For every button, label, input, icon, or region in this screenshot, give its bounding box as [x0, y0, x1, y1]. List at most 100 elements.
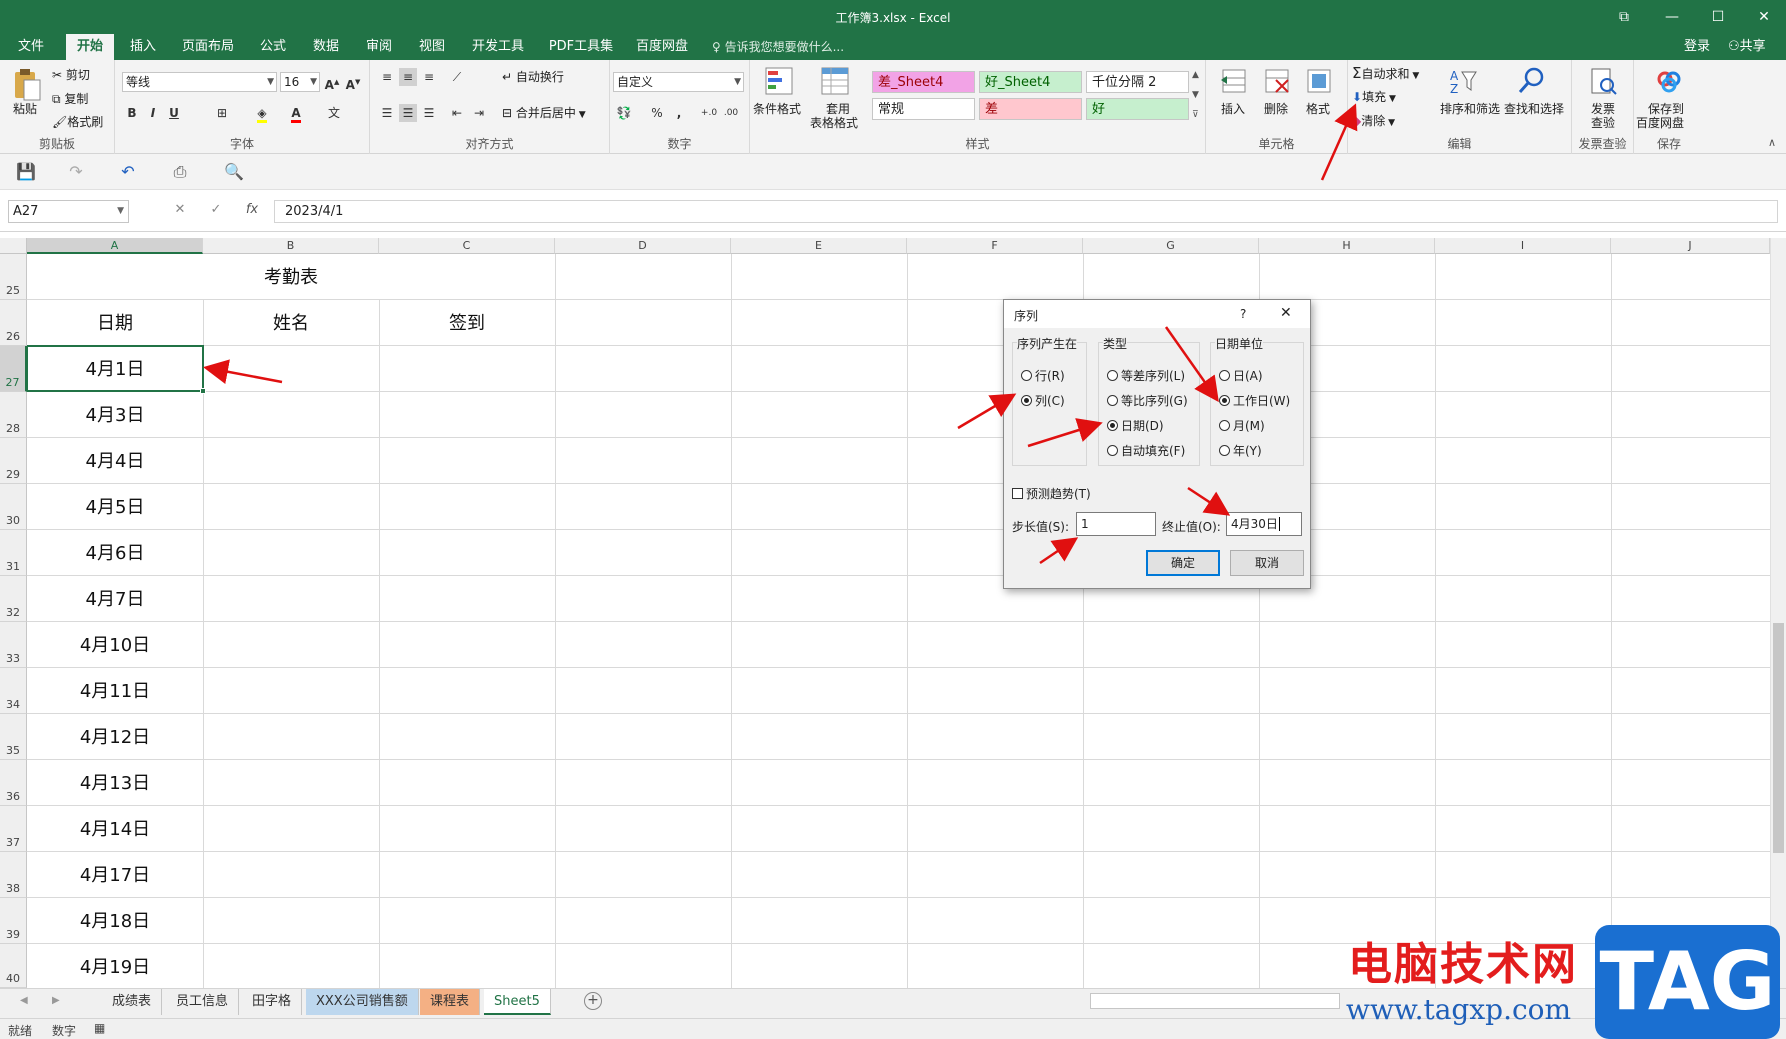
help-button[interactable]: ?: [1240, 307, 1246, 321]
number-format-select[interactable]: 自定义 ▼: [613, 72, 744, 92]
add-sheet-icon[interactable]: +: [584, 992, 602, 1010]
percent-button[interactable]: %: [648, 104, 666, 122]
row-header-25[interactable]: 25: [0, 254, 27, 300]
tab-view[interactable]: 视图: [411, 34, 453, 60]
tab-insert[interactable]: 插入: [122, 34, 164, 60]
tab-home[interactable]: 开始: [66, 34, 114, 60]
align-center-icon[interactable]: ☰: [399, 104, 417, 122]
login-link[interactable]: 登录: [1684, 34, 1710, 60]
date-cell[interactable]: 4月5日: [27, 493, 203, 519]
insert-cells-icon[interactable]: [1219, 66, 1249, 96]
prev-sheet-icon[interactable]: ◀: [20, 995, 28, 1006]
ok-button[interactable]: 确定: [1146, 550, 1220, 576]
row-header-35[interactable]: 35: [0, 714, 27, 760]
row-header-29[interactable]: 29: [0, 438, 27, 484]
column-header-b[interactable]: B: [203, 238, 379, 254]
styles-scroll-up-icon[interactable]: ▲: [1192, 70, 1199, 80]
header-signin[interactable]: 签到: [379, 309, 555, 335]
baidu-cloud-icon[interactable]: [1654, 66, 1684, 96]
radio-day[interactable]: 日(A): [1219, 367, 1263, 384]
tab-pdf-tools[interactable]: PDF工具集: [543, 34, 619, 60]
autosum-button[interactable]: Σ自动求和 ▼: [1352, 64, 1419, 82]
radio-row[interactable]: 行(R): [1021, 367, 1065, 384]
ribbon-display-icon[interactable]: ⧉: [1602, 5, 1646, 29]
row-header-36[interactable]: 36: [0, 760, 27, 806]
column-header-e[interactable]: E: [731, 238, 907, 254]
invoice-label-2[interactable]: 查验: [1591, 114, 1615, 131]
radio-year[interactable]: 年(Y): [1219, 442, 1262, 459]
header-name[interactable]: 姓名: [203, 309, 379, 335]
trend-checkbox[interactable]: 预测趋势(T): [1012, 485, 1091, 502]
select-all-corner[interactable]: [0, 238, 27, 254]
format-cells-button[interactable]: 格式: [1306, 100, 1330, 117]
undo-icon[interactable]: ↶: [118, 162, 138, 182]
sheet-tab-schedule[interactable]: 课程表: [420, 989, 481, 1015]
column-header-i[interactable]: I: [1435, 238, 1611, 254]
print-preview-icon[interactable]: ⎙: [170, 162, 190, 182]
row-header-32[interactable]: 32: [0, 576, 27, 622]
cancel-button[interactable]: 取消: [1230, 550, 1304, 576]
row-header-37[interactable]: 37: [0, 806, 27, 852]
date-cell[interactable]: 4月3日: [27, 401, 203, 427]
conditional-format-button[interactable]: 条件格式: [753, 100, 801, 117]
paste-button[interactable]: 粘贴: [13, 100, 37, 117]
clear-button[interactable]: ◆清除 ▼: [1352, 112, 1395, 129]
tab-page-layout[interactable]: 页面布局: [176, 34, 240, 60]
borders-icon[interactable]: ⊞: [213, 104, 231, 122]
align-left-icon[interactable]: ☰: [378, 104, 396, 122]
minimize-icon[interactable]: —: [1650, 5, 1694, 29]
tab-data[interactable]: 数据: [305, 34, 347, 60]
currency-icon[interactable]: 💱: [615, 104, 633, 122]
column-header-c[interactable]: C: [379, 238, 555, 254]
date-cell[interactable]: 4月18日: [27, 907, 203, 933]
column-header-g[interactable]: G: [1083, 238, 1259, 254]
align-top-icon[interactable]: ≡: [378, 68, 396, 86]
table-format-label-2[interactable]: 表格格式: [810, 114, 858, 131]
row-header-40[interactable]: 40: [0, 944, 27, 988]
row-header-27[interactable]: 27: [0, 346, 27, 392]
date-cell[interactable]: 4月14日: [27, 815, 203, 841]
date-cell[interactable]: 4月6日: [27, 539, 203, 565]
radio-weekday[interactable]: 工作日(W): [1219, 392, 1290, 409]
close-icon[interactable]: ✕: [1742, 5, 1786, 29]
merged-title-cell[interactable]: 考勤表: [27, 254, 555, 299]
maximize-icon[interactable]: ☐: [1696, 5, 1740, 29]
formula-input[interactable]: 2023/4/1: [274, 200, 1778, 223]
cut-button[interactable]: ✂ 剪切: [52, 66, 90, 83]
redo-icon[interactable]: ↷: [66, 162, 86, 182]
phonetic-icon[interactable]: 文: [325, 104, 343, 122]
confirm-entry-icon[interactable]: ✓: [206, 202, 226, 217]
step-input[interactable]: 1: [1076, 512, 1156, 536]
save-baidu-label-2[interactable]: 百度网盘: [1636, 114, 1684, 131]
row-header-34[interactable]: 34: [0, 668, 27, 714]
delete-cells-icon[interactable]: [1262, 66, 1292, 96]
column-header-a[interactable]: A: [27, 238, 203, 254]
align-right-icon[interactable]: ☰: [420, 104, 438, 122]
font-color-icon[interactable]: A: [287, 104, 305, 123]
macro-record-icon[interactable]: ▦: [94, 1021, 105, 1035]
fill-button[interactable]: ⬇填充 ▼: [1352, 88, 1396, 105]
fill-handle[interactable]: [200, 388, 206, 394]
font-size-select[interactable]: 16 ▼: [280, 72, 320, 92]
copy-button[interactable]: ⧉ 复制: [52, 90, 88, 107]
delete-cells-button[interactable]: 删除: [1264, 100, 1288, 117]
column-header-j[interactable]: J: [1611, 238, 1770, 254]
style-cell-bad[interactable]: 差: [979, 98, 1082, 120]
page-view-icon[interactable]: 🔍: [224, 162, 244, 182]
grow-font-icon[interactable]: A▲: [323, 73, 341, 92]
cancel-entry-icon[interactable]: ✕: [170, 202, 190, 217]
radio-column[interactable]: 列(C): [1021, 392, 1065, 409]
dialog-close-button[interactable]: ✕: [1280, 305, 1292, 321]
decrease-indent-icon[interactable]: ⇤: [448, 104, 466, 122]
conditional-format-icon[interactable]: [764, 66, 794, 96]
row-header-30[interactable]: 30: [0, 484, 27, 530]
bold-button[interactable]: B: [123, 104, 141, 122]
align-bottom-icon[interactable]: ≡: [420, 68, 438, 86]
style-cell-comma-2[interactable]: 千位分隔 2: [1086, 71, 1189, 93]
merge-center-button[interactable]: ⊟ 合并后居中 ▼: [502, 104, 586, 121]
invoice-check-icon[interactable]: [1588, 66, 1618, 96]
paste-icon[interactable]: [12, 68, 42, 101]
italic-button[interactable]: I: [144, 104, 162, 122]
wrap-text-button[interactable]: ↵ 自动换行: [502, 68, 564, 85]
magnifier-icon[interactable]: [1516, 66, 1546, 96]
